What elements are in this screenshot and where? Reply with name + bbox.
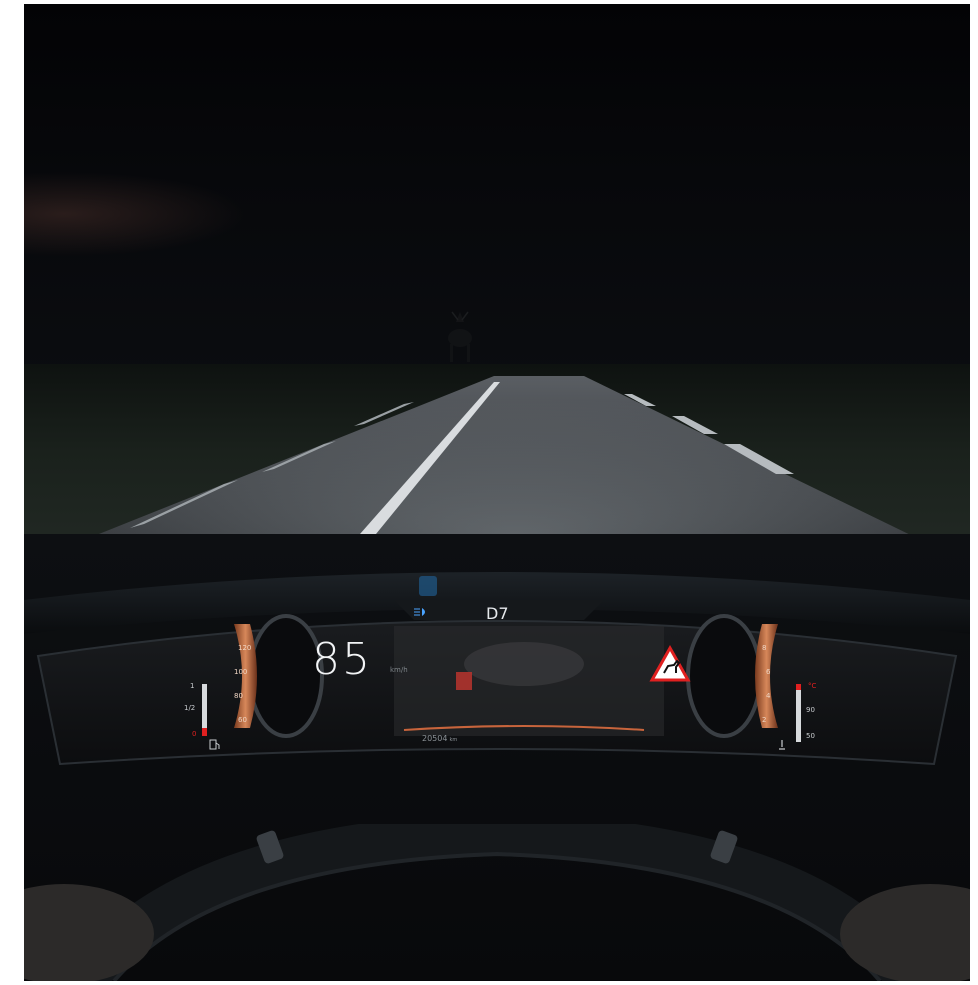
digital-instrument-cluster bbox=[24, 572, 970, 766]
left-hand bbox=[24, 884, 154, 981]
speed-unit: km/h bbox=[390, 666, 408, 674]
speed-readout: 85 bbox=[312, 634, 372, 685]
odometer-value: 20504 bbox=[422, 734, 448, 743]
deer-silhouette bbox=[448, 311, 472, 362]
odometer-unit: km bbox=[449, 737, 458, 743]
temp-gauge-bar bbox=[796, 684, 801, 742]
road bbox=[24, 376, 970, 604]
fuel-label-half: 1/2 bbox=[184, 704, 196, 712]
left-dial-label: 120 bbox=[238, 644, 252, 652]
left-dial-label: 60 bbox=[238, 716, 247, 724]
night-road-scene: 85 km/h D7 20504 km 1 1/2 0 °C 90 50 120 … bbox=[24, 4, 970, 981]
right-dial-label: 6 bbox=[766, 668, 771, 676]
temp-label-upper: 90 bbox=[806, 706, 815, 714]
gear-indicator: D7 bbox=[486, 604, 509, 623]
left-dial bbox=[234, 614, 324, 738]
fuel-label-empty: 0 bbox=[192, 730, 197, 738]
camera-module bbox=[419, 576, 437, 596]
right-dial-label: 8 bbox=[762, 644, 767, 652]
left-dial-label: 80 bbox=[234, 692, 243, 700]
right-dial-label: 4 bbox=[766, 692, 771, 700]
detected-animal-marker bbox=[456, 672, 472, 690]
odometer: 20504 km bbox=[422, 734, 457, 743]
right-hand bbox=[840, 884, 970, 981]
right-dial-label: 2 bbox=[762, 716, 767, 724]
low-beam-icon bbox=[414, 608, 425, 616]
fuel-label-full: 1 bbox=[190, 682, 195, 690]
temp-label-lower: 50 bbox=[806, 732, 815, 740]
left-dial-label: 100 bbox=[234, 668, 248, 676]
steering-wheel bbox=[24, 824, 970, 981]
temp-unit-label: °C bbox=[808, 682, 817, 690]
